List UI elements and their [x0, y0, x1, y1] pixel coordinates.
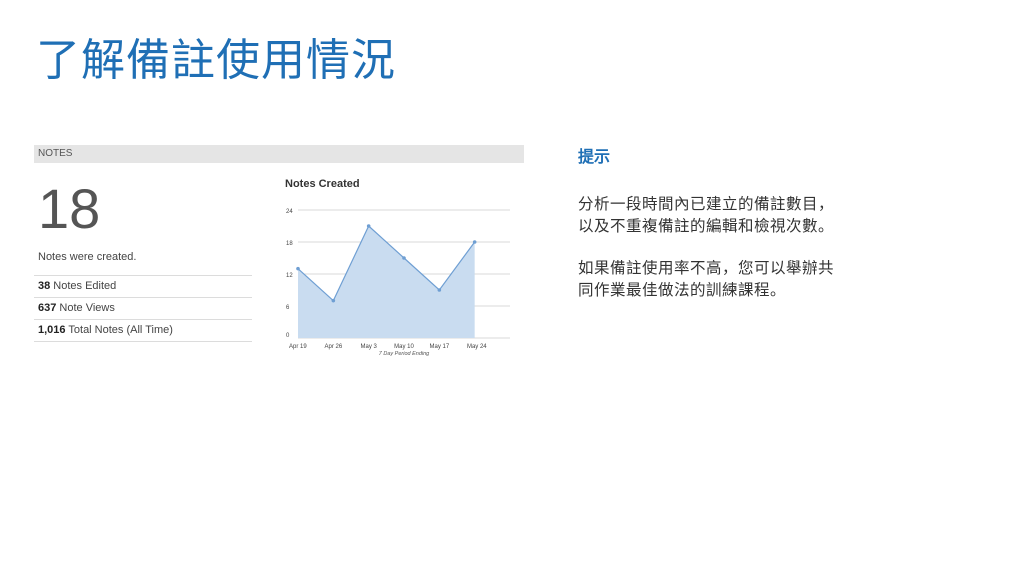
- x-tick-label: May 3: [360, 344, 377, 350]
- stats-list: 38 Notes Edited 637 Note Views 1,016 Tot…: [34, 275, 252, 342]
- notes-created-count: 18: [38, 177, 101, 240]
- stat-value: 1,016: [38, 324, 66, 336]
- stat-value: 637: [38, 302, 57, 314]
- stat-total-notes: 1,016 Total Notes (All Time): [34, 319, 252, 342]
- x-tick-label: May 10: [394, 344, 414, 350]
- y-tick-label: 12: [286, 273, 293, 279]
- tip-heading: 提示: [578, 147, 611, 166]
- stat-label: Note Views: [56, 302, 115, 314]
- x-tick-label: May 17: [429, 344, 449, 350]
- notes-panel: NOTES 18 Notes were created. 38 Notes Ed…: [34, 145, 524, 365]
- stat-label: Total Notes (All Time): [65, 324, 173, 336]
- y-tick-label: 6: [286, 305, 290, 311]
- data-point: [331, 298, 336, 303]
- data-point: [366, 224, 371, 228]
- stat-label: Notes Edited: [50, 280, 117, 292]
- data-point: [402, 256, 406, 260]
- notes-created-caption: Notes were created.: [38, 251, 137, 263]
- tip-block: 提示 分析一段時間內已建立的備註數目， 以及不重複備註的編輯和檢視次數。 如果備…: [578, 143, 938, 321]
- tip-paragraph-1: 分析一段時間內已建立的備註數目， 以及不重複備註的編輯和檢視次數。: [578, 195, 835, 235]
- stat-value: 38: [38, 280, 51, 292]
- x-tick-label: Apr 26: [324, 344, 342, 350]
- y-tick-label: 24: [286, 209, 293, 215]
- stat-note-views: 637 Note Views: [34, 297, 252, 319]
- tip-paragraph-2: 如果備註使用率不高，您可以舉辦共 同作業最佳做法的訓練課程。: [578, 259, 835, 299]
- notes-created-chart: Notes Created 0 6 12 18 24 Apr 19 Apr 26 May 3M…: [280, 175, 524, 365]
- notes-header: NOTES: [34, 145, 524, 163]
- x-axis-label: 7 Day Period Ending: [379, 351, 430, 357]
- data-point: [437, 288, 442, 292]
- data-point: [296, 266, 300, 271]
- data-point: [472, 240, 477, 244]
- x-tick-label: May 24: [467, 344, 487, 350]
- x-tick-label: Apr 19: [289, 344, 307, 350]
- y-tick-label: 18: [286, 241, 293, 247]
- chart-svg: 0 6 12 18 24 Apr 19 Apr 26 May 3 May 10 May 17 May…: [286, 209, 510, 357]
- slide-title: 了解備註使用情況: [36, 35, 396, 86]
- y-tick-label: 0: [286, 333, 290, 339]
- stat-notes-edited: 38 Notes Edited: [34, 275, 252, 297]
